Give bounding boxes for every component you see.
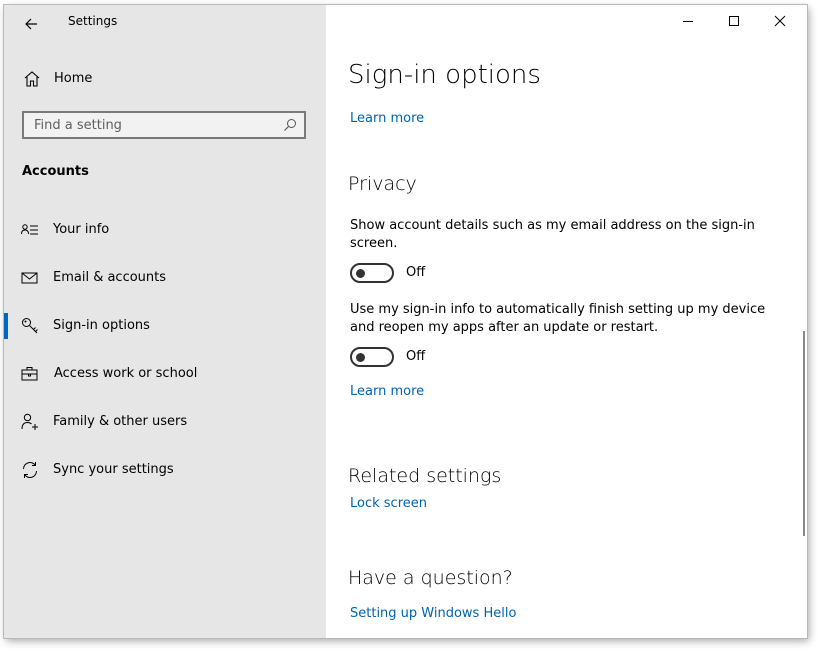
privacy-setting2-state: Off bbox=[406, 349, 426, 364]
maximize-icon bbox=[729, 16, 739, 26]
nav-home-label: Home bbox=[54, 71, 93, 86]
sidebar-item-sync-settings[interactable]: Sync your settings bbox=[4, 452, 326, 488]
back-arrow-icon bbox=[25, 18, 37, 30]
nav-home[interactable]: Home bbox=[4, 65, 326, 93]
vertical-scrollbar[interactable] bbox=[803, 331, 805, 536]
privacy-setting2-toggle[interactable] bbox=[350, 347, 394, 367]
privacy-heading: Privacy bbox=[348, 173, 417, 195]
sidebar-item-label: Email & accounts bbox=[53, 270, 167, 285]
sidebar: Settings Home Accounts Your info bbox=[4, 5, 326, 638]
sidebar-item-label: Access work or school bbox=[54, 366, 198, 381]
close-icon bbox=[774, 15, 786, 27]
active-indicator bbox=[4, 313, 8, 339]
sidebar-item-access-work[interactable]: Access work or school bbox=[4, 356, 326, 392]
app-title: Settings bbox=[68, 14, 118, 28]
sidebar-item-your-info[interactable]: Your info bbox=[4, 212, 326, 248]
toggle-knob bbox=[356, 353, 365, 362]
section-title-accounts: Accounts bbox=[22, 164, 89, 179]
search-input[interactable] bbox=[24, 113, 284, 137]
briefcase-icon bbox=[21, 367, 38, 381]
sync-icon bbox=[22, 461, 38, 479]
sidebar-item-label: Your info bbox=[53, 222, 110, 237]
add-person-icon bbox=[21, 413, 38, 430]
sidebar-item-label: Family & other users bbox=[53, 414, 188, 429]
privacy-setting1-text: Show account details such as my email ad… bbox=[350, 218, 755, 251]
sidebar-item-label: Sign-in options bbox=[53, 318, 150, 333]
privacy-learn-more-link[interactable]: Learn more bbox=[350, 384, 424, 399]
sidebar-item-label: Sync your settings bbox=[53, 462, 174, 477]
main-content: Sign-in options Learn more Privacy Show … bbox=[326, 5, 807, 638]
have-a-question-heading: Have a question? bbox=[348, 567, 513, 589]
settings-window: Settings Home Accounts Your info bbox=[4, 5, 807, 638]
toggle-knob bbox=[356, 269, 365, 278]
privacy-setting2-text: Use my sign-in info to automatically fin… bbox=[350, 302, 766, 335]
minimize-button[interactable] bbox=[665, 5, 711, 37]
privacy-setting1-toggle[interactable] bbox=[350, 263, 394, 283]
person-card-icon bbox=[21, 224, 38, 235]
lock-screen-link[interactable]: Lock screen bbox=[350, 496, 427, 511]
mail-icon bbox=[21, 272, 38, 284]
back-button[interactable] bbox=[18, 11, 44, 37]
windows-hello-link[interactable]: Setting up Windows Hello bbox=[350, 606, 516, 621]
minimize-icon bbox=[683, 21, 693, 22]
page-title: Sign-in options bbox=[348, 60, 541, 90]
sidebar-item-sign-in-options[interactable]: Sign-in options bbox=[4, 308, 326, 344]
learn-more-link-top[interactable]: Learn more bbox=[350, 111, 424, 126]
search-icon[interactable] bbox=[282, 117, 298, 133]
home-icon bbox=[24, 71, 40, 87]
key-icon bbox=[22, 318, 38, 334]
maximize-button[interactable] bbox=[711, 5, 757, 37]
related-settings-heading: Related settings bbox=[348, 465, 502, 487]
sidebar-item-family-users[interactable]: Family & other users bbox=[4, 404, 326, 440]
search-box[interactable] bbox=[22, 111, 306, 139]
close-button[interactable] bbox=[757, 5, 803, 37]
privacy-setting1-state: Off bbox=[406, 265, 426, 280]
sidebar-item-email-accounts[interactable]: Email & accounts bbox=[4, 260, 326, 296]
